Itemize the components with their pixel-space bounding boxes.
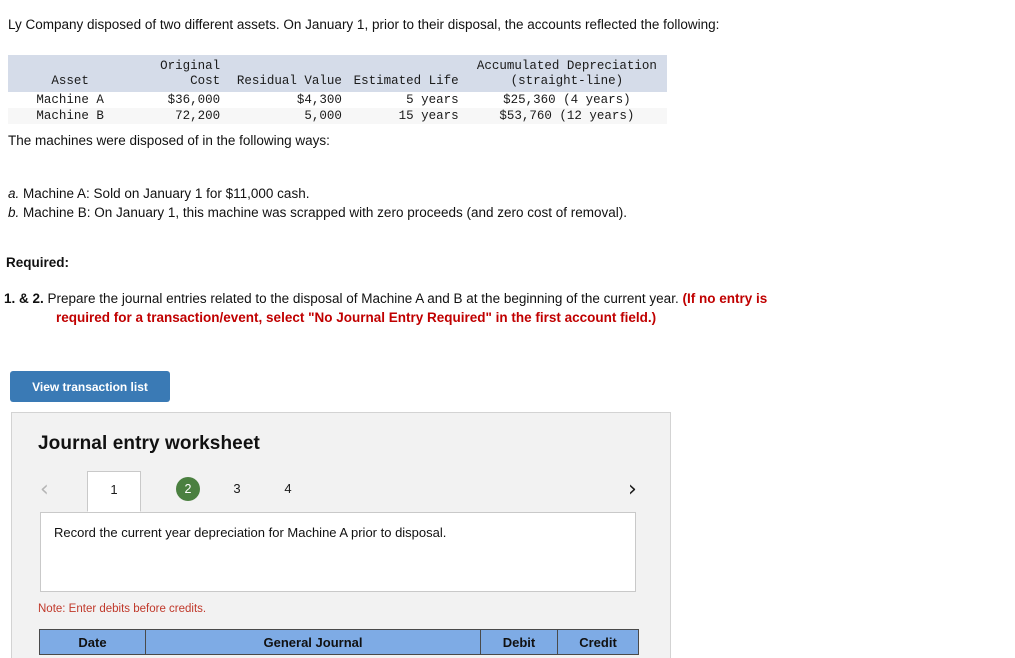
- header-asset-spacer: [8, 55, 133, 74]
- column-header-general-journal: General Journal: [145, 629, 481, 655]
- header-residual-spacer: [228, 55, 350, 74]
- entry-description-box: Record the current year depreciation for…: [40, 512, 636, 592]
- required-number: 1. & 2.: [4, 291, 44, 306]
- tab-3-label: 3: [233, 481, 241, 496]
- asset-fact-table: Original Accumulated Depreciation Asset …: [8, 55, 667, 124]
- header-original-cost-line1: Original: [132, 55, 229, 74]
- required-body-text: Prepare the journal entries related to t…: [43, 291, 683, 306]
- debits-before-credits-note: Note: Enter debits before credits.: [38, 603, 207, 615]
- column-header-date: Date: [39, 629, 146, 655]
- cell-accum: $25,360 (4 years): [466, 92, 667, 108]
- list-item: a. Machine A: Sold on January 1 for $11,…: [8, 184, 627, 203]
- worksheet-tabstrip: ‹ 1 2 3 4 ›: [12, 471, 672, 512]
- required-instructions: 1. & 2. Prepare the journal entries rela…: [4, 289, 904, 327]
- cell-cost: 72,200: [132, 108, 229, 124]
- required-heading: Required:: [6, 255, 70, 270]
- entry-description-text: Record the current year depreciation for…: [54, 525, 447, 540]
- journal-entry-worksheet-panel: Journal entry worksheet ‹ 1 2 3 4 › Reco…: [11, 412, 671, 658]
- fact-table-header-row-top: Original Accumulated Depreciation: [8, 55, 667, 74]
- list-item-text: Machine B: On January 1, this machine wa…: [19, 205, 628, 220]
- intro-paragraph: Ly Company disposed of two different ass…: [8, 17, 720, 32]
- page-title: Journal entry worksheet: [38, 433, 260, 454]
- tab-1[interactable]: 1: [87, 471, 141, 512]
- table-row: Machine A $36,000 $4,300 5 years $25,360…: [8, 92, 667, 108]
- chevron-left-icon[interactable]: ‹: [40, 479, 49, 501]
- list-item-marker: a.: [8, 186, 20, 201]
- tab-1-label: 1: [110, 482, 118, 497]
- fact-table-header-row-bottom: Asset Cost Residual Value Estimated Life…: [8, 74, 667, 92]
- column-header-credit: Credit: [557, 629, 639, 655]
- header-life-spacer: [349, 55, 467, 74]
- cell-residual: 5,000: [228, 108, 350, 124]
- header-original-cost-line2: Cost: [132, 74, 229, 92]
- cell-life: 5 years: [349, 92, 467, 108]
- header-residual-value: Residual Value: [228, 74, 350, 92]
- general-journal-table: Date General Journal Debit Credit: [39, 629, 639, 655]
- tab-2[interactable]: 2: [164, 471, 212, 511]
- general-journal-table-header: Date General Journal Debit Credit: [39, 629, 639, 655]
- table-row: Machine B 72,200 5,000 15 years $53,760 …: [8, 108, 667, 124]
- view-transaction-list-button[interactable]: View transaction list: [10, 371, 170, 402]
- fact-table-body: Machine A $36,000 $4,300 5 years $25,360…: [8, 92, 667, 124]
- machines-disposed-line: The machines were disposed of in the fol…: [8, 133, 330, 148]
- cell-life: 15 years: [349, 108, 467, 124]
- cell-asset: Machine A: [8, 92, 133, 108]
- tab-3[interactable]: 3: [217, 471, 257, 511]
- header-asset: Asset: [8, 74, 133, 92]
- tab-4[interactable]: 4: [268, 471, 308, 511]
- tab-4-label: 4: [284, 481, 292, 496]
- header-accumulated-depreciation-line1: Accumulated Depreciation: [466, 55, 667, 74]
- required-red-line2: required for a transaction/event, select…: [56, 310, 657, 325]
- required-red-line1: (If no entry is: [682, 291, 768, 306]
- list-item: b. Machine B: On January 1, this machine…: [8, 203, 627, 222]
- column-header-debit: Debit: [480, 629, 558, 655]
- header-accumulated-depreciation-line2: (straight-line): [466, 74, 667, 92]
- cell-residual: $4,300: [228, 92, 350, 108]
- tab-2-badge: 2: [176, 476, 200, 501]
- disposal-methods-list: a. Machine A: Sold on January 1 for $11,…: [8, 184, 627, 222]
- chevron-right-icon[interactable]: ›: [628, 479, 637, 501]
- table-row: Date General Journal Debit Credit: [39, 629, 639, 655]
- cell-asset: Machine B: [8, 108, 133, 124]
- header-estimated-life: Estimated Life: [349, 74, 467, 92]
- cell-accum: $53,760 (12 years): [466, 108, 667, 124]
- cell-cost: $36,000: [132, 92, 229, 108]
- list-item-text: Machine A: Sold on January 1 for $11,000…: [19, 186, 310, 201]
- list-item-marker: b.: [8, 205, 20, 220]
- fact-table-header: Original Accumulated Depreciation Asset …: [8, 55, 667, 92]
